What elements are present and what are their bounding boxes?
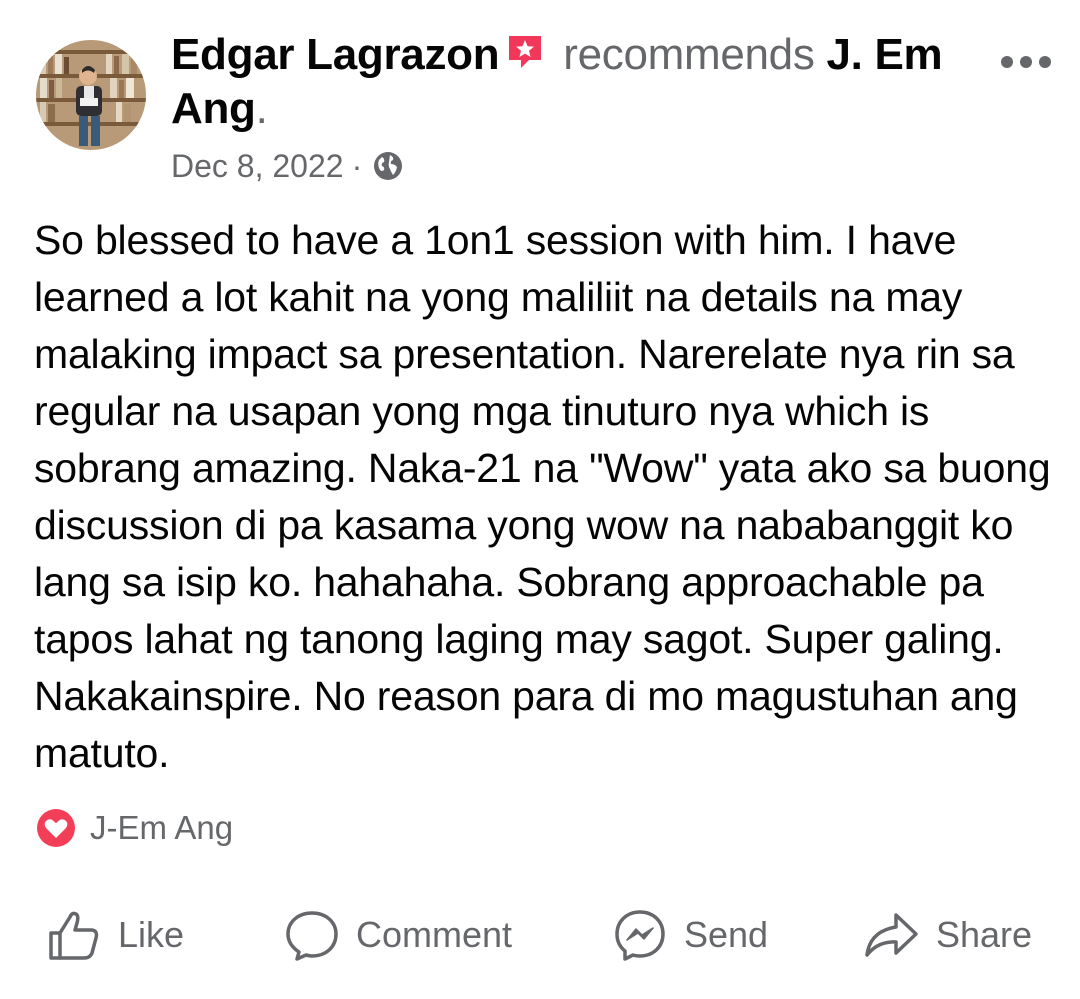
post-meta: Dec 8, 2022 · [171,146,404,186]
more-dot [1001,56,1013,68]
recommendation-badge-icon [509,36,542,68]
more-options-icon[interactable] [994,42,1058,82]
comment-bubble-icon [286,911,338,961]
post-body-text: So blessed to have a 1on1 session with h… [34,217,1051,776]
author-name[interactable]: Edgar Lagrazon [171,30,500,79]
comment-button[interactable]: Comment [284,900,512,970]
messenger-icon [615,910,665,961]
post-date[interactable]: Dec 8, 2022 [171,148,344,185]
reactions-summary[interactable]: J-Em Ang [34,807,234,849]
like-button[interactable]: Like [46,900,184,970]
send-label: Send [684,914,769,955]
share-button[interactable]: Share [862,900,1032,970]
like-label: Like [118,914,185,955]
share-arrow-icon [865,913,918,957]
share-label: Share [936,914,1033,955]
more-dot [1020,56,1032,68]
more-dot [1039,56,1051,68]
comment-label: Comment [356,914,513,955]
avatar-photo [36,40,146,150]
post-header: Edgar Lagrazon recommends J. Em Ang. [171,28,981,136]
recommendation-post: Edgar Lagrazon recommends J. Em Ang. Dec… [0,0,1080,999]
send-button[interactable]: Send [612,900,768,970]
target-suffix: . [255,84,268,133]
author-avatar[interactable] [36,40,146,150]
globe-icon [374,152,403,180]
thumbs-up-icon [49,911,99,960]
meta-separator: · [351,147,363,184]
recommends-text: recommends [563,30,815,79]
post-action-bar: Like Comment Send Share [0,900,1080,970]
reactor-names: J-Em Ang [90,809,234,846]
love-reaction-icon [35,807,77,849]
